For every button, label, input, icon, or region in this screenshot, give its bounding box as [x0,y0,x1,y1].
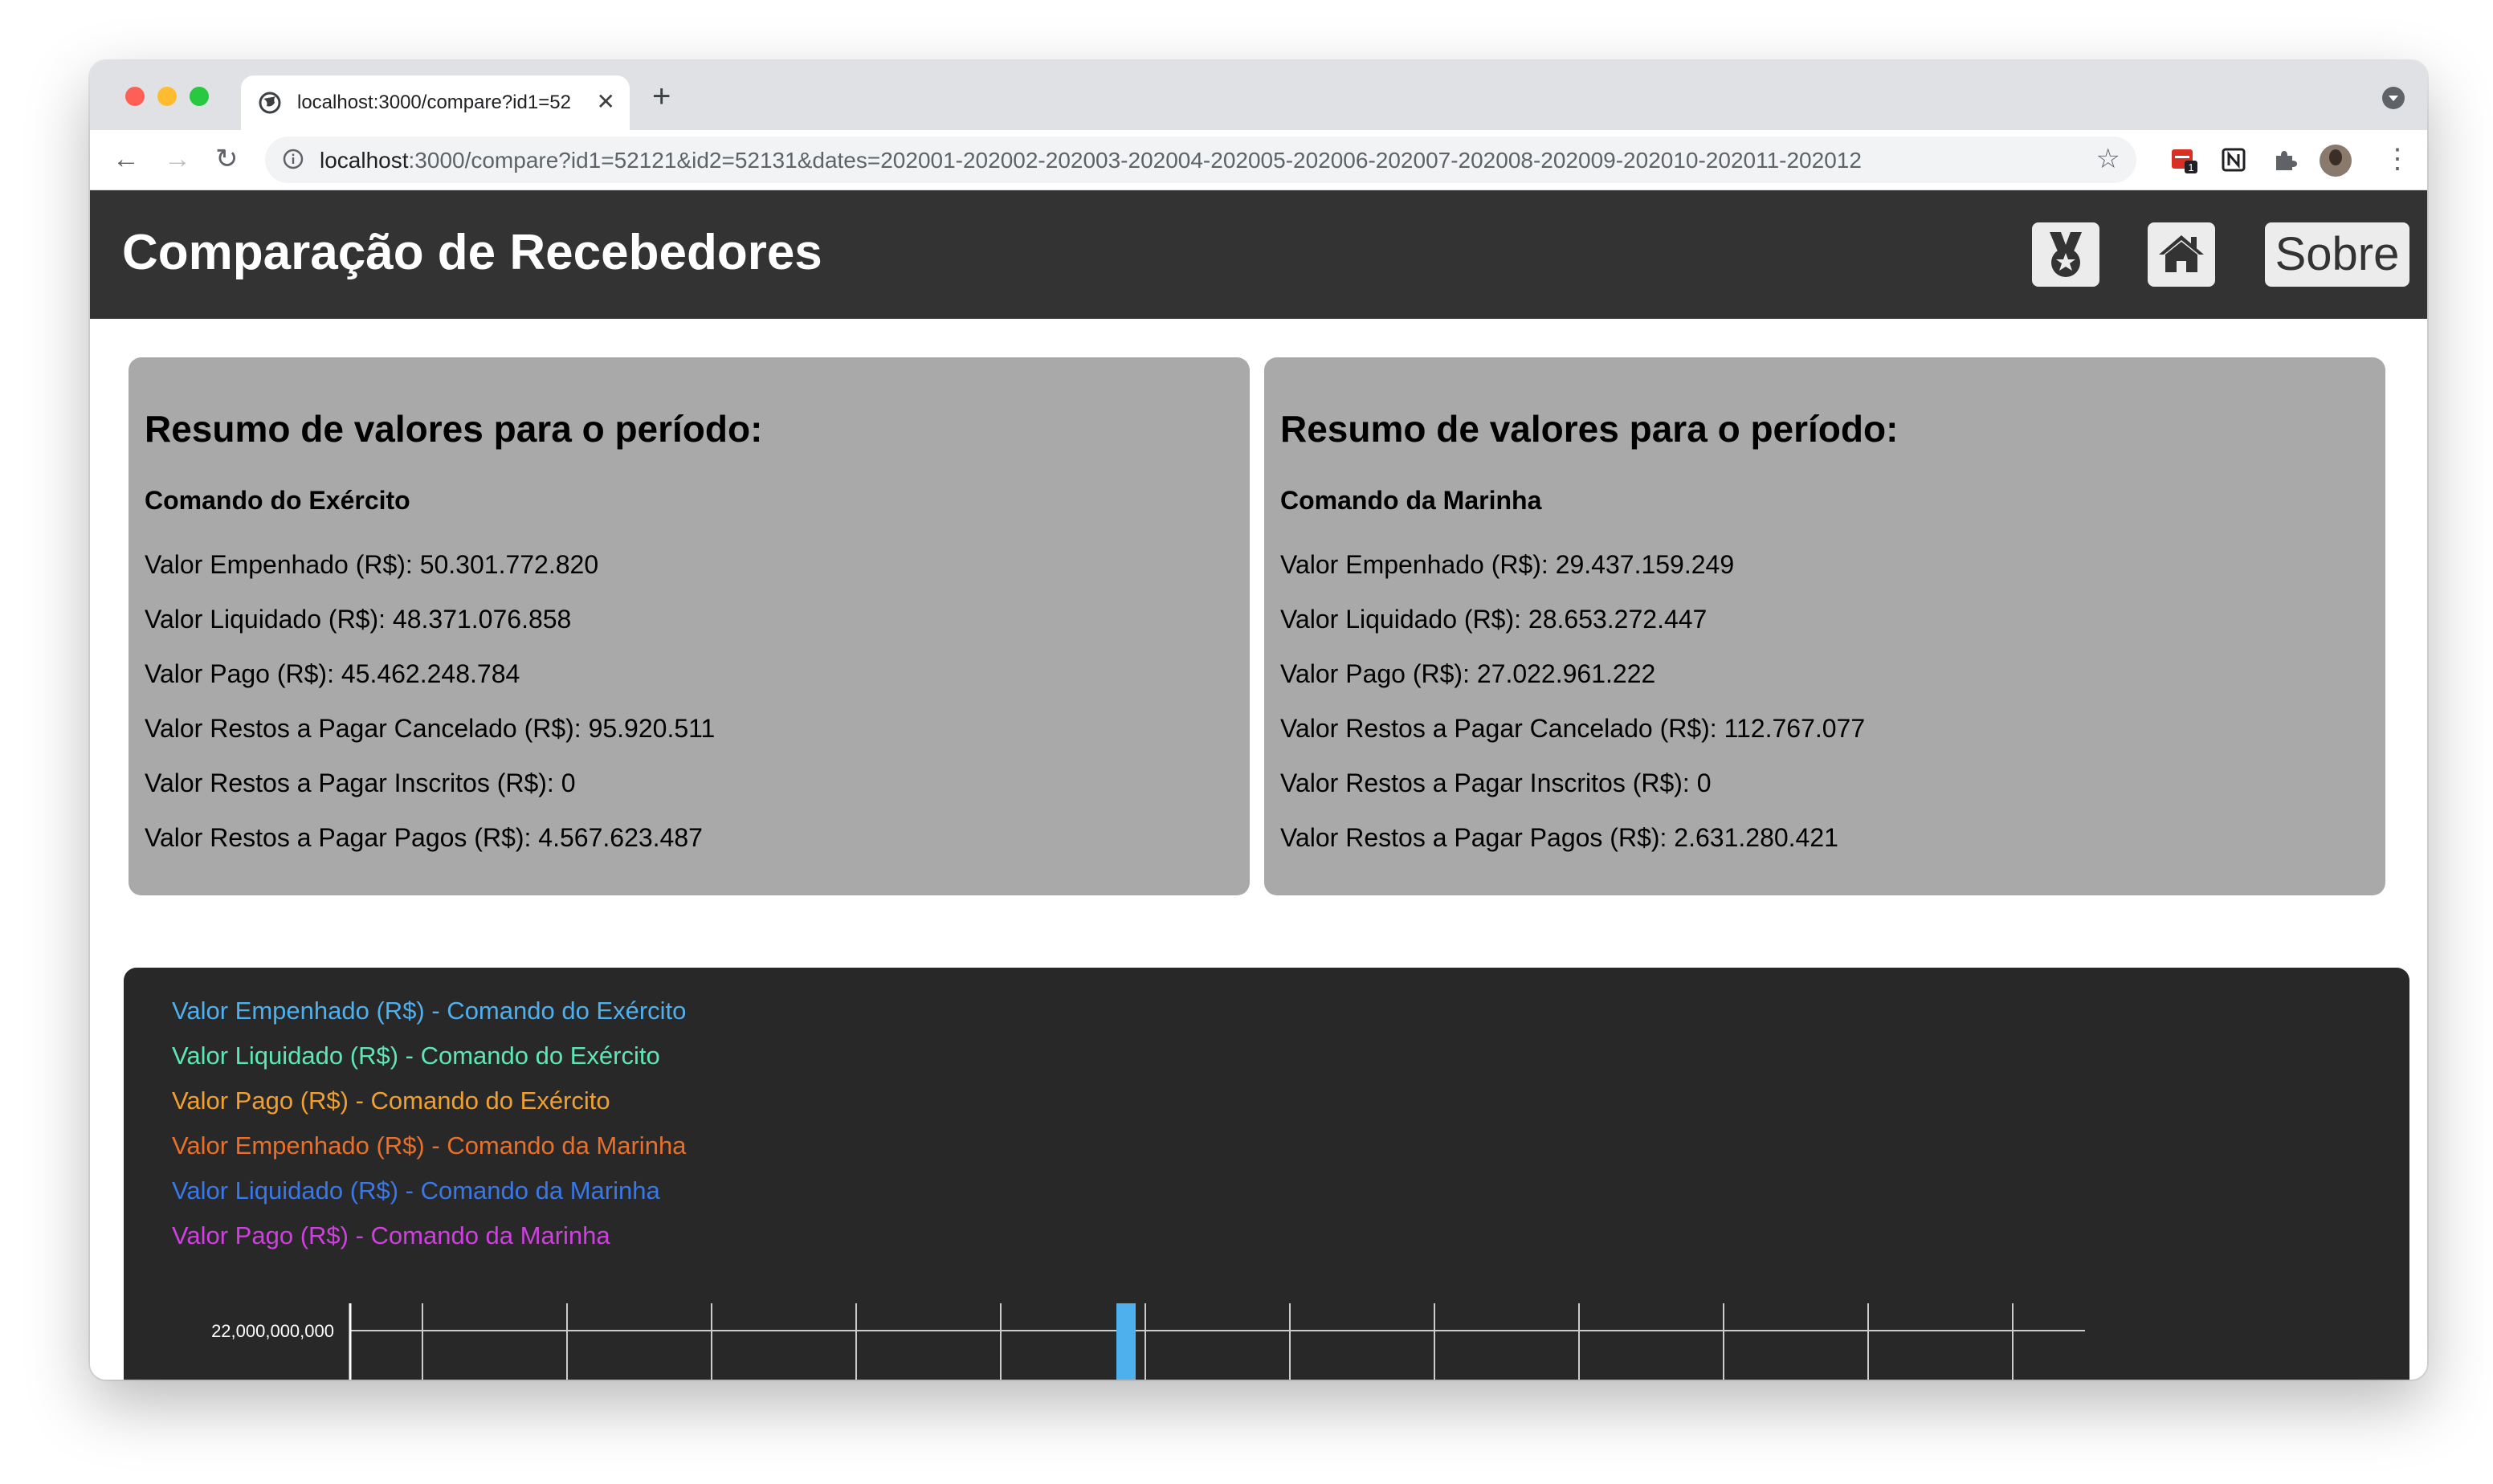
browser-menu-icon[interactable]: ⋮ [2384,143,2411,175]
value-row-empenhado: Valor Empenhado (R$): 29.437.159.249 [1280,550,1735,579]
chart-plot: 22,000,000,000 [211,1303,2085,1380]
about-button[interactable]: Sobre [2265,222,2409,287]
back-icon[interactable]: ← [112,143,140,175]
card-heading: Resumo de valores para o período: [145,408,763,450]
new-tab-button[interactable]: + [652,80,671,112]
value-row-rp-cancelado: Valor Restos a Pagar Cancelado (R$): 95.… [145,714,716,743]
card-heading: Resumo de valores para o período: [1280,408,1899,450]
value-row-pago: Valor Pago (R$): 45.462.248.784 [145,659,520,688]
chart-y-ticks: 22,000,000,000 [211,1321,334,1341]
medal-icon [2050,232,2082,277]
value-row-liquidado: Valor Liquidado (R$): 28.653.272.447 [1280,605,1708,634]
tab-strip: localhost:3000/compare?id1=52121&id2=521… [90,61,2427,130]
value-row-rp-inscritos: Valor Restos a Pagar Inscritos (R$): 0 [145,768,576,797]
tab-title: localhost:3000/compare?id1=52121&id2=521… [297,92,570,113]
close-tab-icon[interactable]: ✕ [597,90,615,114]
forward-icon[interactable]: → [164,143,191,175]
reload-icon[interactable]: ↻ [215,143,239,175]
summary-card-exercito: Resumo de valores para o período: Comand… [129,357,1250,895]
info-icon[interactable] [283,149,304,169]
page-content: Comparação de Recebedores Sobre Resumo d… [90,190,2427,1380]
profile-avatar[interactable] [2320,145,2352,177]
summary-card-marinha: Resumo de valores para o período: Comand… [1264,357,2385,895]
url-host: localhost [320,148,409,173]
globe-icon [259,92,281,114]
card-org-name: Comando do Exército [145,486,410,515]
app-header: Comparação de Recebedores Sobre [90,190,2427,319]
value-row-pago: Valor Pago (R$): 27.022.961.222 [1280,659,1656,688]
chart-grid [349,1303,2085,1380]
notion-icon[interactable] [2220,146,2247,173]
tab-active[interactable]: localhost:3000/compare?id1=52121&id2=521… [241,75,630,130]
value-row-liquidado: Valor Liquidado (R$): 48.371.076.858 [145,605,572,634]
value-row-empenhado: Valor Empenhado (R$): 50.301.772.820 [145,550,599,579]
minimize-window-button[interactable] [157,87,177,106]
bar-empenhado-exercito[interactable] [1116,1303,1136,1380]
value-row-rp-pagos: Valor Restos a Pagar Pagos (R$): 2.631.2… [1280,823,1838,852]
tab-search-icon[interactable] [2382,87,2405,109]
home-icon [2159,235,2204,272]
calendar-extension-icon[interactable]: 1 [2170,146,2197,173]
browser-window: localhost:3000/compare?id1=52121&id2=521… [90,61,2427,1380]
y-tick-label: 22,000,000,000 [211,1321,334,1341]
ranking-button[interactable] [2032,222,2099,287]
value-row-rp-pagos: Valor Restos a Pagar Pagos (R$): 4.567.6… [145,823,703,852]
page-title: Comparação de Recebedores [122,225,822,280]
url-text: localhost:3000/compare?id1=52121&id2=521… [320,148,1862,173]
extensions-puzzle-icon[interactable] [2271,146,2299,173]
bookmark-star-icon[interactable]: ☆ [2096,143,2120,175]
value-row-rp-inscritos: Valor Restos a Pagar Inscritos (R$): 0 [1280,768,1712,797]
maximize-window-button[interactable] [190,87,209,106]
extension-badge: 1 [2188,161,2193,173]
chart-panel: Valor Empenhado (R$) - Comando do Exérci… [124,968,2409,1380]
address-bar[interactable]: localhost:3000/compare?id1=52121&id2=521… [265,137,2136,183]
chart-bars [1116,1303,1136,1380]
home-button[interactable] [2148,222,2215,287]
value-row-rp-cancelado: Valor Restos a Pagar Cancelado (R$): 112… [1280,714,1866,743]
card-org-name: Comando da Marinha [1280,486,1542,515]
browser-toolbar: ← → ↻ localhost:3000/compare?id1=52121&i… [90,130,2427,190]
url-path: :3000/compare?id1=52121&id2=52131&dates=… [408,148,1862,173]
close-window-button[interactable] [125,87,145,106]
